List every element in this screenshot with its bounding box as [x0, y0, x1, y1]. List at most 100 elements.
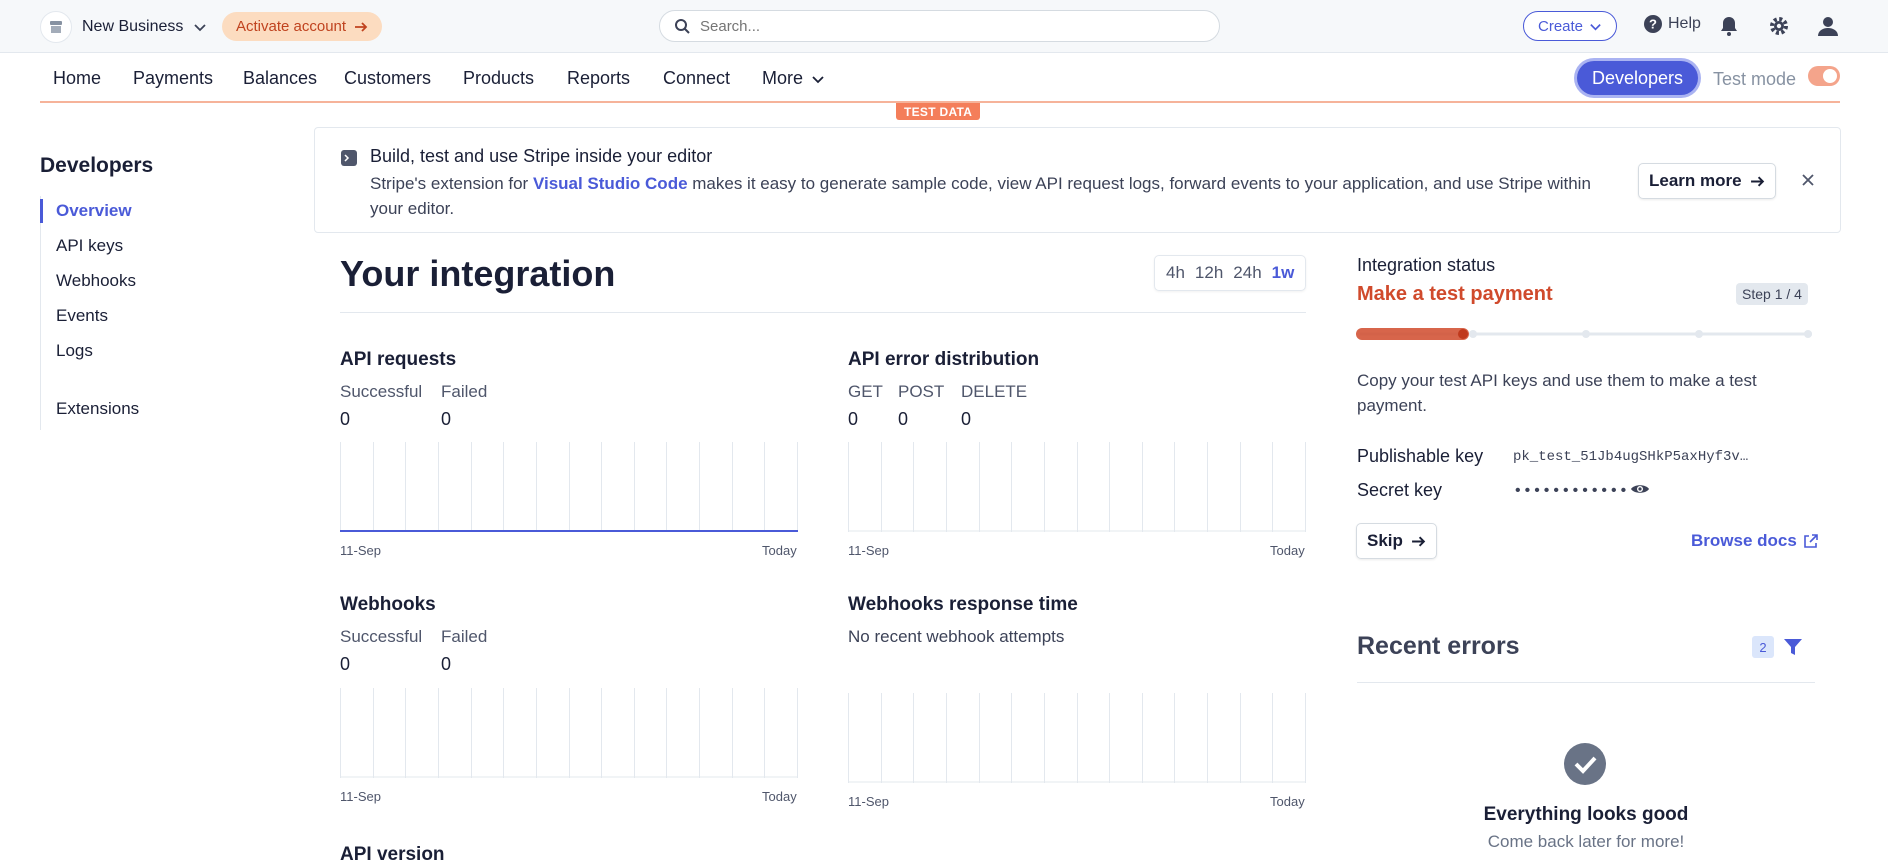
range-4h[interactable]: 4h	[1161, 263, 1190, 283]
stat-label: POST	[898, 382, 945, 401]
webhook-response-chart	[848, 693, 1306, 783]
stat-value: 0	[441, 654, 452, 674]
developers-button[interactable]: Developers	[1577, 61, 1699, 95]
developers-label: Developers	[1592, 67, 1684, 88]
webhooks-title: Webhooks	[340, 594, 436, 615]
close-icon[interactable]	[1800, 172, 1816, 188]
nav-more-label: More	[762, 68, 804, 88]
help-icon: ?	[1644, 15, 1662, 33]
integration-status-title: Make a test payment	[1357, 283, 1553, 305]
publishable-key-value[interactable]: pk_test_51Jb4ugSHkP5axHyf3v…	[1513, 449, 1748, 465]
gear-icon[interactable]	[1768, 15, 1790, 37]
secret-key-value[interactable]: ••••••••••••	[1513, 482, 1628, 500]
banner-body: Stripe's extension for Visual Studio Cod…	[370, 171, 1620, 221]
bell-icon[interactable]	[1718, 15, 1740, 37]
skip-button[interactable]: Skip	[1356, 523, 1437, 559]
stat-value: 0	[898, 409, 909, 429]
sidebar-title: Developers	[40, 154, 154, 177]
api-errors-chart	[848, 442, 1306, 532]
chevron-down-icon	[812, 75, 824, 83]
api-requests-title: API requests	[340, 349, 457, 370]
stat-label: Failed	[441, 627, 488, 646]
stat-label: Successful	[340, 382, 423, 401]
nav-customers[interactable]: Customers	[344, 68, 431, 89]
business-name: New Business	[82, 18, 184, 35]
filter-icon[interactable]	[1783, 638, 1803, 656]
nav-more[interactable]: More	[762, 68, 825, 89]
search-bar[interactable]	[659, 10, 1220, 42]
sidebar-item-webhooks[interactable]: Webhooks	[56, 271, 136, 291]
secret-key-label: Secret key	[1357, 480, 1443, 500]
sidebar-item-logs[interactable]: Logs	[56, 341, 93, 361]
x-axis-end: Today	[762, 543, 797, 558]
recent-errors-title: Recent errors	[1357, 632, 1520, 660]
user-icon[interactable]	[1817, 15, 1839, 37]
sidebar-item-overview[interactable]: Overview	[56, 201, 132, 221]
webhooks-chart	[340, 688, 798, 778]
time-range-selector: 4h 12h 24h 1w	[1154, 255, 1307, 291]
sidebar-item-extensions[interactable]: Extensions	[56, 399, 139, 419]
sidebar-item-events[interactable]: Events	[56, 306, 108, 326]
stat-value: 0	[441, 409, 452, 429]
stat-value: 0	[848, 409, 859, 429]
stat-label: Successful	[340, 627, 423, 646]
webhook-response-title: Webhooks response time	[848, 594, 1078, 615]
nav-connect[interactable]: Connect	[663, 68, 730, 89]
progress-step-dot	[1582, 330, 1590, 338]
all-good-title: Everything looks good	[1483, 804, 1689, 825]
range-24h[interactable]: 24h	[1228, 263, 1266, 283]
error-count-badge: 2	[1752, 636, 1774, 658]
banner-title: Build, test and use Stripe inside your e…	[370, 146, 713, 166]
test-mode-label: Test mode	[1713, 69, 1797, 89]
chevron-down-icon	[1590, 23, 1601, 30]
arrow-right-icon	[355, 21, 368, 32]
learn-more-label: Learn more	[1649, 171, 1742, 190]
top-bar: New Business Activate account Create ? H…	[0, 0, 1888, 53]
progress-current-dot	[1458, 329, 1468, 339]
nav-payments[interactable]: Payments	[133, 68, 213, 89]
vscode-link[interactable]: Visual Studio Code	[533, 174, 688, 193]
nav-home[interactable]: Home	[53, 68, 101, 89]
create-button[interactable]: Create	[1523, 11, 1618, 41]
integration-status-label: Integration status	[1357, 255, 1496, 275]
all-good-subtitle: Come back later for more!	[1487, 832, 1685, 851]
help-label: Help	[1668, 15, 1701, 32]
search-input[interactable]	[700, 17, 1180, 35]
stat-label: Failed	[441, 382, 488, 401]
browse-docs-link[interactable]: Browse docs	[1691, 531, 1818, 551]
store-icon	[40, 11, 72, 43]
x-axis-end: Today	[762, 789, 797, 804]
business-switcher[interactable]: New Business	[40, 11, 207, 43]
progress-track	[1356, 328, 1812, 340]
test-mode-toggle[interactable]	[1808, 66, 1840, 86]
chevron-down-icon	[194, 24, 207, 32]
stat-label: GET	[848, 382, 883, 401]
x-axis-start: 11-Sep	[848, 543, 889, 558]
sidebar-item-api-keys[interactable]: API keys	[56, 236, 123, 256]
eye-icon[interactable]	[1630, 482, 1650, 496]
range-12h[interactable]: 12h	[1190, 263, 1228, 283]
learn-more-button[interactable]: Learn more	[1638, 163, 1776, 199]
search-icon	[675, 19, 690, 34]
browse-docs-label: Browse docs	[1691, 531, 1797, 550]
activate-account-button[interactable]: Activate account	[222, 12, 383, 41]
x-axis-end: Today	[1270, 794, 1305, 809]
api-requests-chart	[340, 442, 798, 532]
stat-value: 0	[340, 654, 351, 674]
progress-step-dot	[1695, 330, 1703, 338]
range-1w[interactable]: 1w	[1267, 263, 1300, 283]
x-axis-start: 11-Sep	[848, 794, 889, 809]
help-button[interactable]: ? Help	[1643, 14, 1701, 34]
arrow-right-icon	[1411, 536, 1426, 546]
x-axis-start: 11-Sep	[340, 789, 381, 804]
progress-fill	[1356, 328, 1469, 340]
api-errors-title: API error distribution	[848, 349, 1040, 370]
nav-reports[interactable]: Reports	[567, 68, 630, 89]
main-nav: Home Payments Balances Customers Product…	[40, 53, 1840, 103]
x-axis-start: 11-Sep	[340, 543, 381, 558]
skip-label: Skip	[1367, 531, 1403, 550]
nav-products[interactable]: Products	[463, 68, 534, 89]
nav-balances[interactable]: Balances	[243, 68, 317, 89]
publishable-key-label: Publishable key	[1357, 446, 1484, 466]
arrow-right-icon	[1750, 176, 1764, 186]
